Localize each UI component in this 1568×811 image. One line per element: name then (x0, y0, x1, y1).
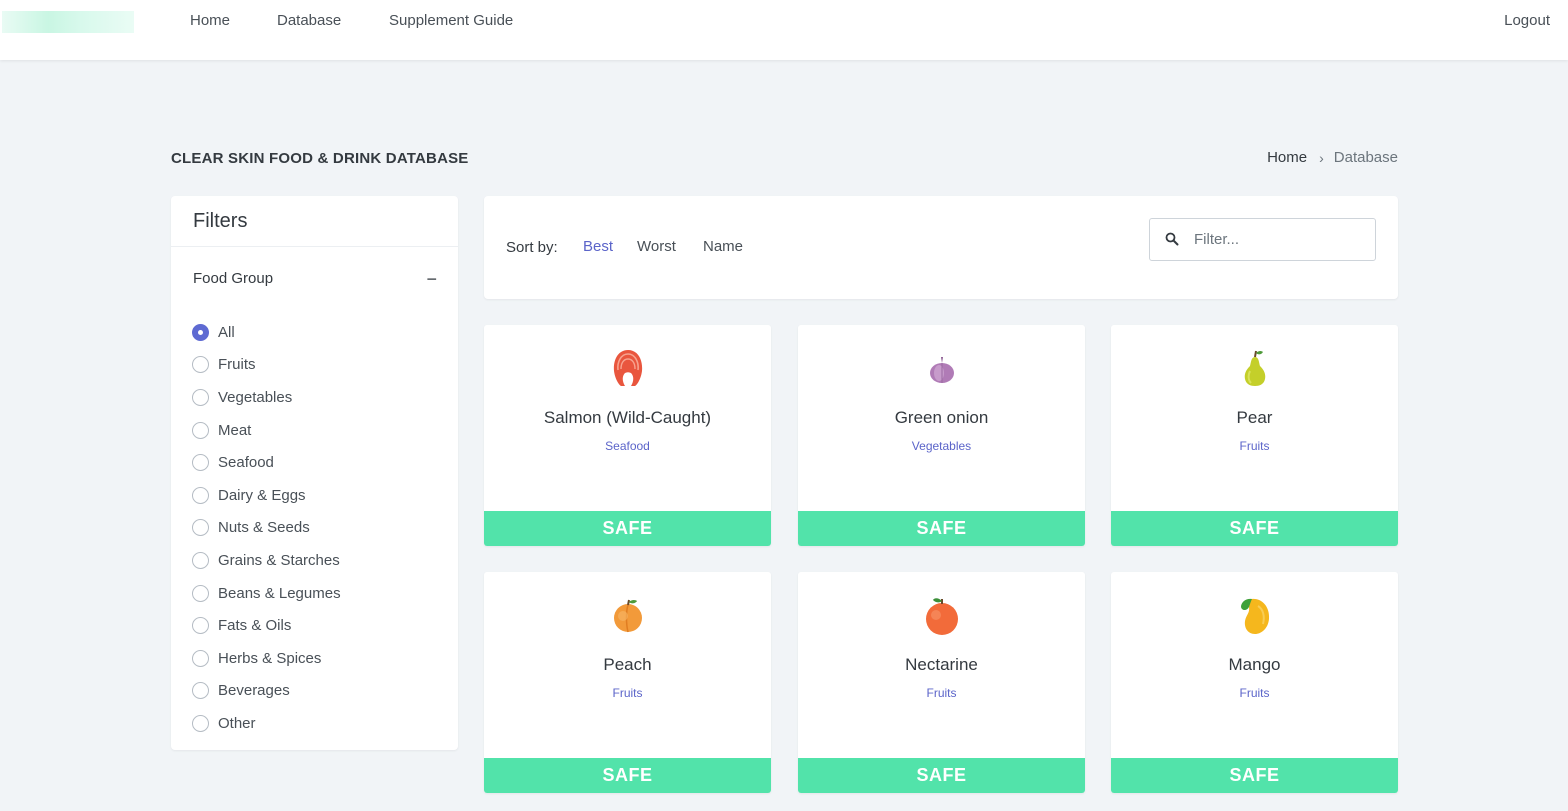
filters-title: Filters (171, 196, 458, 247)
safety-status-badge: SAFE (484, 511, 771, 546)
breadcrumb-current: Database (1333, 149, 1398, 166)
sort-best-option[interactable]: Best (583, 238, 613, 255)
radio-button[interactable] (192, 617, 209, 635)
food-group-option-herbs-spices[interactable]: Herbs & Spices (192, 642, 341, 675)
radio-button[interactable] (192, 519, 209, 537)
filter-input[interactable] (1194, 231, 1364, 248)
sort-name-option[interactable]: Name (703, 238, 743, 255)
breadcrumb: Home › Database (1267, 149, 1398, 166)
food-group-option-vegetables[interactable]: Vegetables (192, 381, 341, 414)
peach-icon (614, 599, 642, 633)
nav-database-link[interactable]: Database (277, 12, 341, 29)
food-card[interactable]: Pear Fruits SAFE (1111, 325, 1398, 546)
food-group-label[interactable]: Fruits (484, 686, 771, 700)
nav-home-link[interactable]: Home (190, 12, 230, 29)
food-card[interactable]: Mango Fruits SAFE (1111, 572, 1398, 793)
food-group-options: All Fruits Vegetables Meat Seafood Dairy… (192, 316, 341, 740)
food-group-option-seafood[interactable]: Seafood (192, 446, 341, 479)
radio-button[interactable] (192, 714, 209, 732)
top-navbar: Home Database Supplement Guide Logout (0, 0, 1568, 60)
safety-status-badge: SAFE (798, 758, 1085, 793)
food-card[interactable]: Salmon (Wild-Caught) Seafood SAFE (484, 325, 771, 546)
radio-button[interactable] (192, 454, 209, 472)
sort-bar: Sort by: Best Worst Name (484, 196, 1398, 299)
food-name: Green onion (894, 408, 989, 427)
nav-supplement-guide-link[interactable]: Supplement Guide (389, 12, 513, 29)
radio-button[interactable] (192, 584, 209, 602)
minus-icon[interactable]: − (426, 270, 437, 288)
food-name: Salmon (Wild-Caught) (543, 408, 712, 427)
radio-button[interactable] (192, 551, 209, 569)
food-group-option-grains-starches[interactable]: Grains & Starches (192, 544, 341, 577)
food-card[interactable]: Peach Fruits SAFE (484, 572, 771, 793)
food-group-option-beans-legumes[interactable]: Beans & Legumes (192, 577, 341, 610)
logout-link[interactable]: Logout (1504, 12, 1550, 29)
radio-button[interactable] (192, 388, 209, 406)
food-group-label[interactable]: Seafood (484, 439, 771, 453)
nectarine-icon (926, 598, 958, 635)
radio-button[interactable] (192, 323, 209, 341)
food-group-label[interactable]: Fruits (1111, 686, 1398, 700)
sort-label: Sort by: (506, 239, 558, 256)
radio-button[interactable] (192, 356, 209, 374)
food-name: Peach (603, 655, 652, 674)
mango-icon (1241, 598, 1270, 634)
food-group-label[interactable]: Vegetables (798, 439, 1085, 453)
safety-status-badge: SAFE (798, 511, 1085, 546)
food-name: Nectarine (905, 655, 978, 674)
food-card[interactable]: Nectarine Fruits SAFE (798, 572, 1085, 793)
food-group-toggle[interactable]: Food Group − (193, 270, 437, 288)
food-group-option-nuts-seeds[interactable]: Nuts & Seeds (192, 512, 341, 545)
food-name: Pear (1236, 408, 1273, 427)
food-group-option-meat[interactable]: Meat (192, 414, 341, 447)
radio-button[interactable] (192, 649, 209, 667)
sort-worst-option[interactable]: Worst (637, 238, 676, 255)
radio-button[interactable] (192, 682, 209, 700)
food-group-option-other[interactable]: Other (192, 707, 341, 740)
radio-button[interactable] (192, 486, 209, 504)
safety-status-badge: SAFE (484, 758, 771, 793)
filter-search-box[interactable] (1149, 218, 1376, 261)
page-title: CLEAR SKIN FOOD & DRINK DATABASE (171, 150, 469, 167)
chevron-right-icon: › (1319, 149, 1324, 166)
search-icon (1165, 232, 1179, 246)
food-name: Mango (1228, 655, 1281, 674)
food-group-label[interactable]: Fruits (798, 686, 1085, 700)
food-group-option-all[interactable]: All (192, 316, 341, 349)
brand-logo[interactable] (2, 11, 134, 33)
filters-panel: Filters Food Group − All Fruits Vegetabl… (171, 196, 458, 750)
food-group-label[interactable]: Fruits (1111, 439, 1398, 453)
safety-status-badge: SAFE (1111, 511, 1398, 546)
breadcrumb-home-link[interactable]: Home (1267, 149, 1307, 166)
food-group-option-fruits[interactable]: Fruits (192, 349, 341, 382)
safety-status-badge: SAFE (1111, 758, 1398, 793)
onion-icon (930, 357, 954, 383)
food-group-option-beverages[interactable]: Beverages (192, 675, 341, 708)
food-group-option-fats-oils[interactable]: Fats & Oils (192, 609, 341, 642)
salmon-icon (613, 350, 643, 386)
radio-button[interactable] (192, 421, 209, 439)
food-group-option-dairy-eggs[interactable]: Dairy & Eggs (192, 479, 341, 512)
food-card[interactable]: Green onion Vegetables SAFE (798, 325, 1085, 546)
pear-icon (1244, 350, 1266, 386)
food-group-title: Food Group (193, 270, 274, 287)
